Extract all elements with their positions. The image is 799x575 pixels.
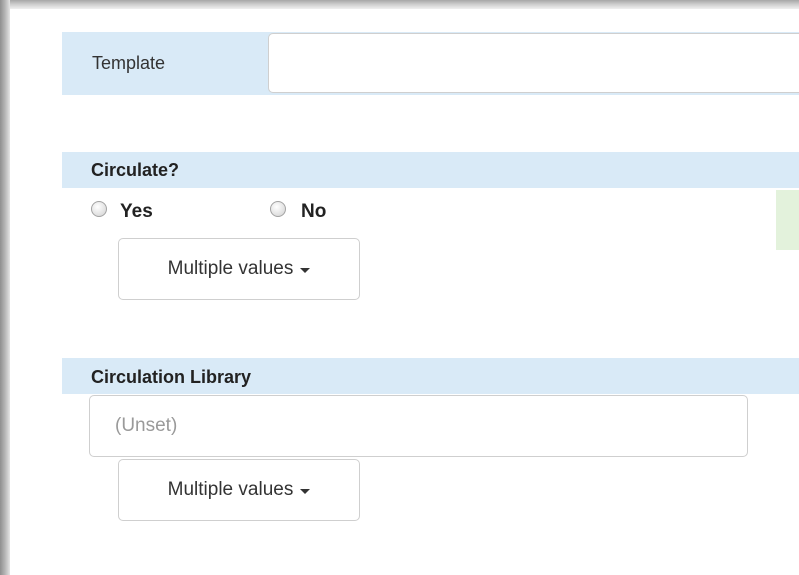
- window-top-edge: [0, 0, 799, 9]
- circulation-library-title: Circulation Library: [91, 367, 252, 387]
- library-multiple-values-label: Multiple values: [167, 479, 294, 500]
- library-multiple-values-button[interactable]: Multiple values: [118, 459, 360, 521]
- circulation-library-value: (Unset): [115, 415, 178, 436]
- circulate-hint-panel: [776, 190, 799, 250]
- circulate-yes-radio[interactable]: [91, 201, 107, 217]
- circulate-no-radio[interactable]: [270, 201, 286, 217]
- window-left-edge: [0, 0, 10, 575]
- circulate-multiple-values-label: Multiple values: [167, 258, 294, 279]
- caret-down-icon: [300, 267, 311, 273]
- circulate-title: Circulate?: [91, 160, 180, 180]
- circulate-multiple-values-button[interactable]: Multiple values: [118, 238, 360, 300]
- template-input[interactable]: [268, 33, 799, 93]
- circulate-yes-label[interactable]: Yes: [120, 201, 153, 223]
- caret-down-icon: [300, 488, 311, 494]
- circulation-library-select[interactable]: (Unset): [89, 395, 748, 457]
- template-label: Template: [92, 53, 166, 73]
- circulate-no-label[interactable]: No: [301, 201, 326, 223]
